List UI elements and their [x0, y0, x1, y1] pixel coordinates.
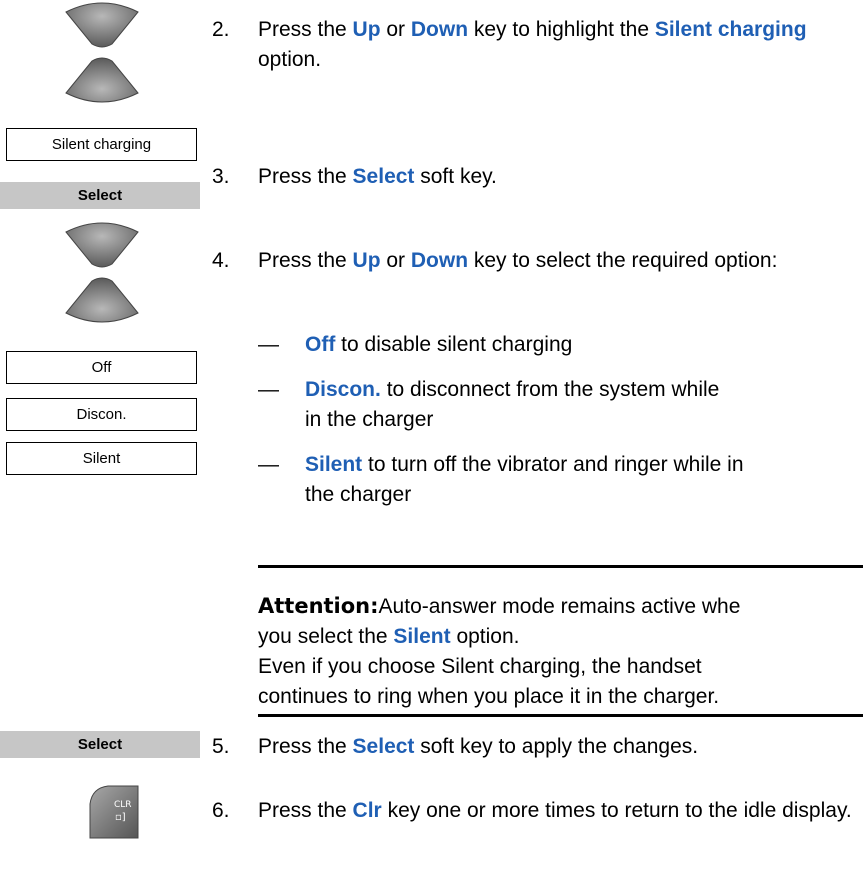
step-number: 5.	[212, 735, 230, 758]
screen-silent: Silent	[6, 442, 197, 475]
option-discon: Discon. to disconnect from the system wh…	[305, 378, 720, 431]
step-number: 6.	[212, 799, 230, 822]
option-dash: —	[258, 453, 279, 476]
step-6-text: Press the Clr key one or more times to r…	[258, 799, 852, 822]
select-softkey[interactable]: Select	[0, 182, 200, 209]
step-number: 2.	[212, 18, 230, 41]
attention-top-rule	[258, 565, 863, 568]
option-dash: —	[258, 333, 279, 356]
step-number: 3.	[212, 165, 230, 188]
attention-note: Attention:Auto-answer mode remains activ…	[258, 594, 741, 708]
step-number: 4.	[212, 249, 230, 272]
clr-key-symbol: ▫]	[115, 812, 126, 823]
step-5-text: Press the Select soft key to apply the c…	[258, 735, 699, 758]
clr-key-icon: CLR ▫]	[88, 784, 140, 840]
attention-bottom-rule	[258, 714, 863, 717]
clr-key-label: CLR	[114, 800, 132, 810]
screen-silent-charging: Silent charging	[6, 128, 197, 161]
down-key-icon	[65, 57, 139, 103]
up-key-icon	[65, 2, 139, 48]
option-silent: Silent to turn off the vibrator and ring…	[305, 453, 744, 506]
up-key-icon	[65, 222, 139, 268]
attention-label: Attention:	[258, 594, 379, 618]
option-dash: —	[258, 378, 279, 401]
screen-discon: Discon.	[6, 398, 197, 431]
step-4-text: Press the Up or Down key to select the r…	[258, 249, 778, 272]
step-2-text: Press the Up or Down key to highlight th…	[258, 18, 807, 71]
step-3-text: Press the Select soft key.	[258, 165, 497, 188]
option-off: Off to disable silent charging	[305, 333, 573, 356]
down-key-icon	[65, 277, 139, 323]
screen-off: Off	[6, 351, 197, 384]
select-softkey[interactable]: Select	[0, 731, 200, 758]
